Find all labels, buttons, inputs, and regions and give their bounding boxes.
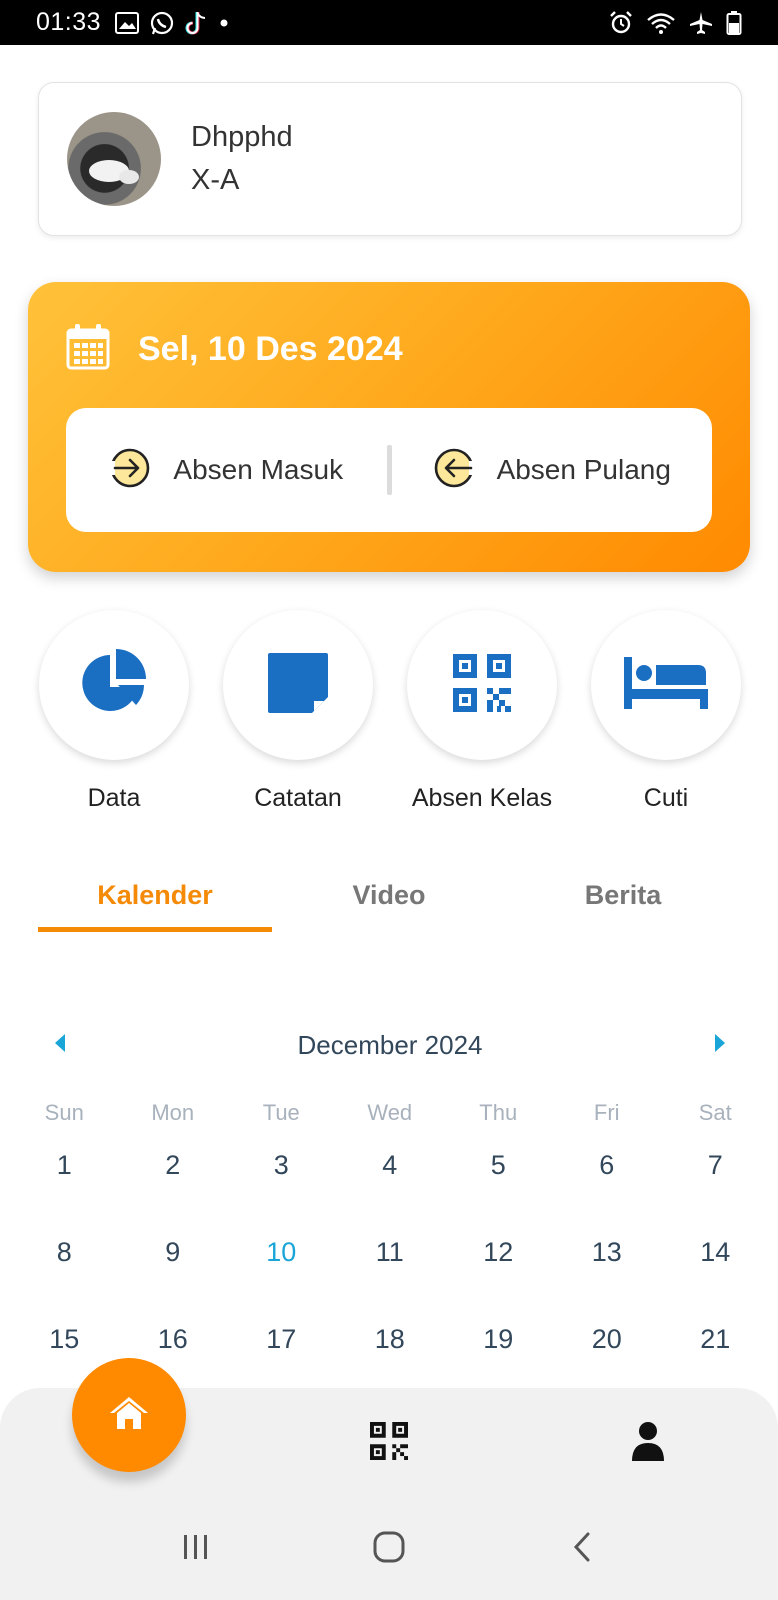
recent-apps-icon — [181, 1533, 211, 1566]
calendar-month-title: December 2024 — [297, 1029, 483, 1060]
attendance-date: Sel, 10 Des 2024 — [138, 330, 403, 368]
quick-menu: Data Catatan Absen Kelas Cuti — [0, 610, 778, 813]
calendar-day[interactable]: 11 — [336, 1237, 445, 1268]
menu-item-catatan[interactable]: Catatan — [206, 610, 390, 813]
check-in-button[interactable]: Absen Masuk — [66, 408, 387, 532]
calendar-day[interactable]: 14 — [661, 1237, 770, 1268]
weekday-label: Fri — [593, 1100, 620, 1125]
calendar-icon — [66, 324, 110, 375]
calendar-day[interactable]: 3 — [227, 1150, 336, 1181]
calendar-next-button[interactable] — [700, 1025, 740, 1065]
note-icon — [266, 651, 330, 720]
menu-item-cuti[interactable]: Cuti — [574, 610, 758, 813]
chevron-right-icon — [713, 1033, 727, 1058]
wifi-icon — [646, 11, 676, 35]
calendar-day[interactable]: 13 — [553, 1237, 662, 1268]
status-time: 01:33 — [36, 8, 102, 36]
menu-label-absen-kelas: Absen Kelas — [411, 784, 553, 812]
weekday-label: Tue — [262, 1100, 300, 1125]
calendar-week-row: 1 2 3 4 5 6 7 — [10, 1150, 770, 1237]
calendar-day[interactable]: 17 — [227, 1324, 336, 1355]
back-chevron-icon — [572, 1531, 592, 1568]
calendar-header: December 2024 — [40, 1025, 740, 1065]
calendar-day-today[interactable]: 10 — [227, 1237, 336, 1268]
dot-icon — [219, 18, 229, 28]
profile-card[interactable]: Dhpphd X-A — [38, 82, 742, 236]
pie-chart-icon — [78, 647, 150, 724]
menu-label-catatan: Catatan — [254, 784, 342, 812]
battery-icon — [726, 10, 742, 36]
calendar-day[interactable]: 4 — [336, 1150, 445, 1181]
home-button[interactable] — [72, 1358, 186, 1472]
home-system-button[interactable] — [359, 1519, 419, 1579]
system-nav-bar — [0, 1498, 778, 1600]
tab-kalender[interactable]: Kalender — [38, 880, 272, 932]
menu-item-data[interactable]: Data — [22, 610, 206, 813]
calendar-day[interactable]: 2 — [119, 1150, 228, 1181]
check-in-icon — [109, 447, 151, 494]
check-out-button[interactable]: Absen Pulang — [392, 408, 713, 532]
calendar-day[interactable]: 8 — [10, 1237, 119, 1268]
check-out-label: Absen Pulang — [496, 454, 671, 485]
attendance-card: Sel, 10 Des 2024 Absen Masuk Absen Pulan… — [28, 282, 750, 572]
home-outline-icon — [373, 1531, 405, 1568]
bed-icon — [624, 656, 708, 714]
calendar-week-row: 8 9 10 11 12 13 14 — [10, 1237, 770, 1324]
calendar-weekday-row: Sun Mon Tue Wed Thu Fri Sat — [10, 1100, 770, 1150]
qr-code-icon — [369, 1421, 408, 1465]
weekday-label: Mon — [151, 1100, 195, 1125]
tab-berita[interactable]: Berita — [506, 880, 740, 932]
attendance-actions: Absen Masuk Absen Pulang — [66, 408, 712, 532]
screen: 01:33 Dhpphd X-A Sel, 10 Des 2024 Absen … — [0, 0, 778, 1600]
whatsapp-icon — [149, 10, 175, 36]
weekday-label: Sat — [698, 1100, 732, 1125]
person-icon — [630, 1421, 666, 1466]
calendar-day[interactable]: 18 — [336, 1324, 445, 1355]
calendar-day[interactable]: 6 — [553, 1150, 662, 1181]
calendar-day[interactable]: 15 — [10, 1324, 119, 1355]
calendar-day[interactable]: 1 — [10, 1150, 119, 1181]
calendar-day[interactable]: 20 — [553, 1324, 662, 1355]
home-icon — [108, 1395, 150, 1436]
calendar-day[interactable]: 12 — [444, 1237, 553, 1268]
tab-video[interactable]: Video — [272, 880, 506, 932]
calendar-day[interactable]: 7 — [661, 1150, 770, 1181]
nav-scan[interactable] — [259, 1421, 518, 1465]
airplane-icon — [688, 10, 714, 36]
calendar-day[interactable]: 9 — [119, 1237, 228, 1268]
tiktok-icon — [185, 10, 209, 36]
calendar-day[interactable]: 19 — [444, 1324, 553, 1355]
weekday-label: Thu — [479, 1100, 518, 1125]
nav-profile[interactable] — [518, 1421, 777, 1466]
calendar-prev-button[interactable] — [40, 1025, 80, 1065]
status-bar: 01:33 — [0, 0, 778, 45]
alarm-icon — [608, 10, 634, 36]
menu-label-cuti: Cuti — [643, 784, 689, 812]
check-out-icon — [433, 447, 475, 494]
check-in-label: Absen Masuk — [173, 454, 344, 485]
menu-label-data: Data — [87, 784, 141, 812]
back-button[interactable] — [552, 1519, 612, 1579]
chevron-left-icon — [53, 1033, 67, 1058]
weekday-label: Sun — [44, 1100, 84, 1125]
profile-class: X-A — [191, 164, 240, 196]
avatar — [67, 112, 161, 206]
profile-name: Dhpphd — [191, 121, 293, 153]
gallery-icon — [115, 11, 140, 34]
calendar-day[interactable]: 16 — [119, 1324, 228, 1355]
calendar-day[interactable]: 21 — [661, 1324, 770, 1355]
qr-code-icon — [453, 653, 511, 717]
calendar-day[interactable]: 5 — [444, 1150, 553, 1181]
recent-apps-button[interactable] — [166, 1519, 226, 1579]
content-tabs: Kalender Video Berita — [38, 880, 740, 932]
weekday-label: Wed — [367, 1100, 413, 1125]
menu-item-absen-kelas[interactable]: Absen Kelas — [390, 610, 574, 813]
